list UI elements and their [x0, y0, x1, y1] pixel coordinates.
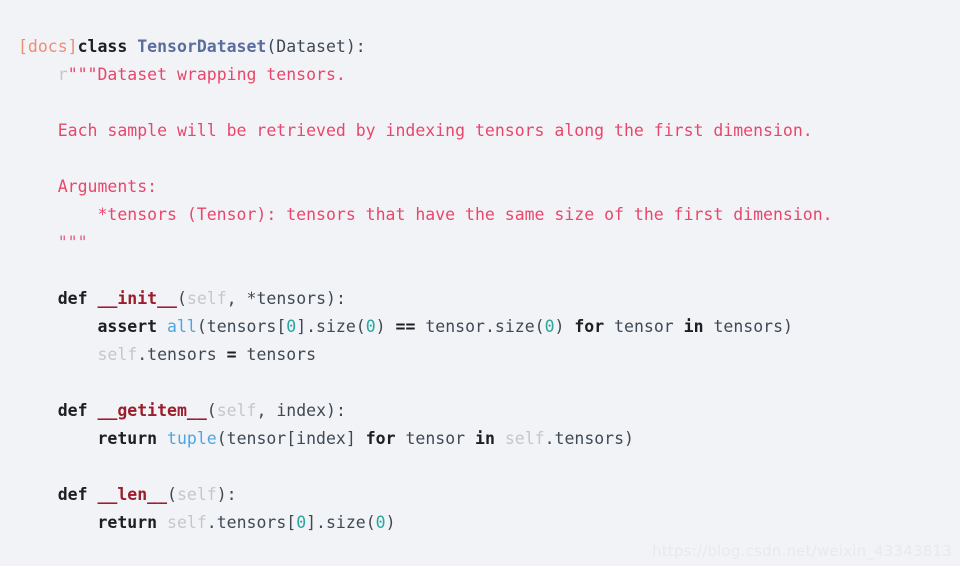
code-token-kw: def	[57, 288, 88, 308]
code-token-plain: (	[206, 400, 217, 420]
code-token-plain: )	[554, 316, 575, 336]
code-token-num: 0	[544, 316, 555, 336]
code-line: [docs]class TensorDataset(Dataset):	[18, 33, 960, 61]
code-token-kw: in	[475, 428, 495, 448]
code-line: ​	[18, 257, 960, 285]
code-token-plain: )	[375, 316, 396, 336]
code-token-string-dim: """	[18, 232, 88, 252]
code-token-kw: for	[365, 428, 396, 448]
code-token-self: self	[167, 512, 207, 532]
code-token-self: self	[97, 344, 138, 364]
code-line: def __getitem__(self, index):	[18, 397, 960, 425]
code-token-plain: tensor.size(	[415, 316, 545, 336]
code-token-plain: , *tensors):	[226, 288, 346, 308]
code-token-classname: TensorDataset	[137, 36, 267, 56]
code-token-self: r	[57, 64, 68, 84]
code-token-string: """Dataset wrapping tensors.	[67, 64, 346, 84]
code-token-string: *tensors (Tensor): tensors that have the…	[18, 204, 833, 224]
code-token-num: 0	[286, 316, 297, 336]
code-token-docs: [docs]	[18, 36, 78, 56]
code-token-plain: (	[176, 288, 187, 308]
code-token-plain: .tensors[	[206, 512, 297, 532]
code-token-plain: ):	[216, 484, 237, 504]
code-token-plain: ].size(	[306, 512, 376, 532]
code-token-funcname: __init__	[97, 288, 177, 308]
code-token-plain: tensors)	[703, 316, 793, 336]
code-token-funcname: __len__	[97, 484, 168, 504]
code-token-kw: return	[97, 428, 158, 448]
code-token-num: 0	[375, 512, 386, 532]
code-token-self: self	[176, 484, 217, 504]
code-token-builtin: all	[167, 316, 197, 336]
code-line: self.tensors = tensors	[18, 341, 960, 369]
code-token-plain: , index):	[256, 400, 346, 420]
code-line: return self.tensors[0].size(0)	[18, 509, 960, 537]
code-line: return tuple(tensor[index] for tensor in…	[18, 425, 960, 453]
code-token-num: 0	[365, 316, 376, 336]
code-token-plain: tensor	[604, 316, 684, 336]
code-token-plain: (	[167, 484, 177, 504]
code-token-op: =	[226, 344, 237, 364]
code-token-kw: for	[574, 316, 605, 336]
code-line: """	[18, 229, 960, 257]
code-token-plain: (tensor[index]	[216, 428, 366, 448]
code-line: ​	[18, 145, 960, 173]
code-line: ​	[18, 369, 960, 397]
code-token-plain: .tensors)	[544, 428, 634, 448]
code-token-plain: (Dataset):	[266, 36, 366, 56]
code-line: def __len__(self):	[18, 481, 960, 509]
code-line: ​	[18, 453, 960, 481]
code-token-num: 0	[296, 512, 307, 532]
code-token-op: ==	[395, 316, 416, 336]
code-token-plain: ].size(	[296, 316, 366, 336]
watermark: https://blog.csdn.net/weixin_43343813	[652, 542, 952, 560]
code-line: Each sample will be retrieved by indexin…	[18, 117, 960, 145]
code-token-kw: return	[97, 512, 158, 532]
code-token-string: Each sample will be retrieved by indexin…	[18, 120, 813, 140]
code-token-plain: (tensors[	[196, 316, 287, 336]
code-line: r"""Dataset wrapping tensors.	[18, 61, 960, 89]
code-token-self: self	[504, 428, 545, 448]
code-viewer: [docs]class TensorDataset(Dataset): r"""…	[0, 0, 960, 566]
code-line: assert all(tensors[0].size(0) == tensor.…	[18, 313, 960, 341]
code-token-kw: in	[683, 316, 704, 336]
code-line: def __init__(self, *tensors):	[18, 285, 960, 313]
code-token-plain: tensors	[236, 344, 317, 364]
code-token-string: Arguments:	[18, 176, 158, 196]
code-token-plain: tensor	[395, 428, 476, 448]
code-token-kw: def	[57, 484, 88, 504]
code-token-kw: def	[57, 400, 88, 420]
code-token-funcname: __getitem__	[97, 400, 207, 420]
code-token-plain: )	[385, 512, 396, 532]
code-token-self: self	[186, 288, 227, 308]
code-token-plain: .tensors	[137, 344, 227, 364]
code-token-kw: class	[77, 36, 128, 56]
code-token-kw: assert	[97, 316, 158, 336]
code-token-builtin: tuple	[167, 428, 217, 448]
code-line: Arguments:	[18, 173, 960, 201]
code-line: *tensors (Tensor): tensors that have the…	[18, 201, 960, 229]
code-token-self: self	[216, 400, 257, 420]
code-line: ​	[18, 89, 960, 117]
python-source-code: [docs]class TensorDataset(Dataset): r"""…	[18, 33, 960, 537]
